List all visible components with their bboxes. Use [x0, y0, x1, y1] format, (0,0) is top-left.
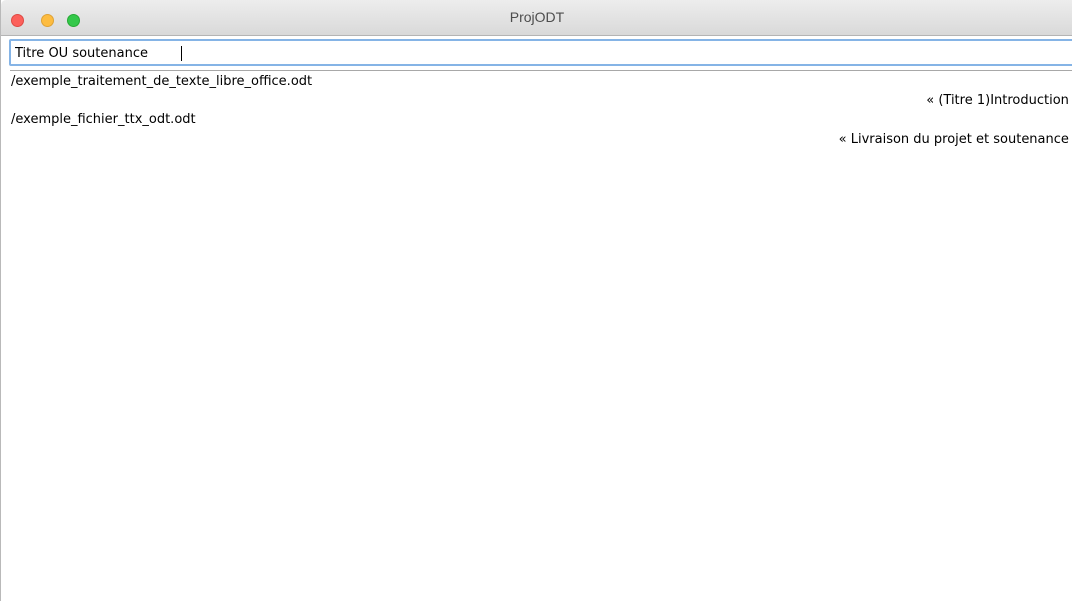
title-bar[interactable]: ProjODT — [1, 0, 1072, 36]
window-title: ProjODT — [509, 9, 565, 25]
search-field[interactable] — [9, 39, 1072, 66]
result-match-2: « Livraison du projet et soutenance » — [838, 132, 1072, 147]
result-path-1[interactable]: /exemple_traitement_de_texte_libre_offic… — [11, 74, 312, 89]
result-match-1: « (Titre 1)Introduction » — [926, 93, 1072, 108]
results-list: /exemple_traitement_de_texte_libre_offic… — [10, 70, 1072, 601]
app-window: ProjODT /exemple_traitement_de_texte_lib… — [0, 0, 1072, 601]
text-caret — [181, 46, 182, 61]
result-path-2[interactable]: /exemple_fichier_ttx_odt.odt — [11, 112, 196, 127]
search-input[interactable] — [11, 41, 1072, 64]
